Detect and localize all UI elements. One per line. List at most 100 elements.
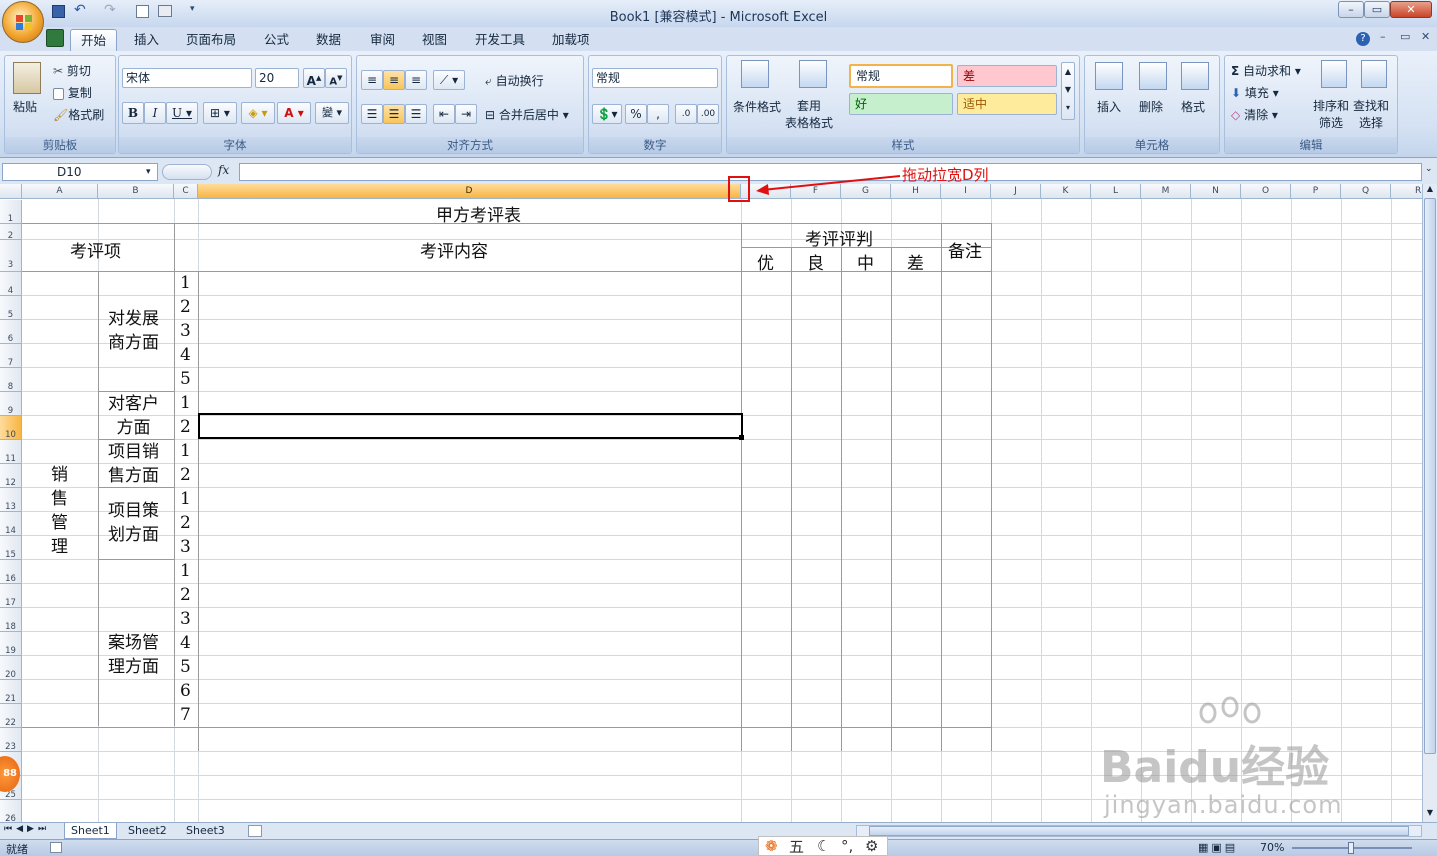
vertical-scroll-thumb[interactable] xyxy=(1424,198,1436,754)
name-box[interactable]: D10 xyxy=(2,163,158,181)
scroll-down-icon[interactable]: ▼ xyxy=(1424,808,1436,820)
zoom-slider[interactable] xyxy=(1292,842,1412,854)
italic-button[interactable]: I xyxy=(144,102,166,124)
tab-formulas[interactable]: 公式 xyxy=(254,29,299,51)
styles-scroll[interactable]: ▲ ▼ ▾ xyxy=(1061,62,1075,120)
row-header-6[interactable]: 6 xyxy=(0,320,22,344)
column-header-c[interactable]: C xyxy=(174,184,198,199)
select-all-corner[interactable] xyxy=(0,184,22,199)
column-header-a[interactable]: A xyxy=(22,184,98,199)
cut-button[interactable]: ✂ 剪切 xyxy=(53,62,91,79)
number-format-select[interactable]: 常规 xyxy=(592,68,718,88)
find-select-button[interactable]: 查找和 选择 xyxy=(1353,98,1389,132)
help-icon[interactable]: ? xyxy=(1356,32,1370,46)
office-button[interactable] xyxy=(2,1,44,43)
zoom-level[interactable]: 70% xyxy=(1260,841,1284,854)
column-header-m[interactable]: M xyxy=(1141,184,1191,199)
format-cells-icon[interactable] xyxy=(1181,62,1209,90)
tab-home[interactable]: 开始 xyxy=(70,29,118,51)
insert-cells-icon[interactable] xyxy=(1095,62,1123,90)
merge-center-button[interactable]: ⊟ 合并后居中 ▾ xyxy=(485,106,569,123)
row-header-3[interactable]: 3 xyxy=(0,240,22,272)
sort-filter-button[interactable]: 排序和 筛选 xyxy=(1313,98,1349,132)
format-cells-button[interactable]: 格式 xyxy=(1181,98,1205,115)
row-header-14[interactable]: 14 xyxy=(0,512,22,536)
insert-cells-button[interactable]: 插入 xyxy=(1097,98,1121,115)
format-painter-button[interactable]: 🖌格式刷 xyxy=(53,106,104,123)
formula-bar-expand-icon[interactable]: ⌄ xyxy=(1425,164,1433,174)
ribbon-restore-icon[interactable]: ▭ xyxy=(1400,30,1410,43)
row-header-13[interactable]: 13 xyxy=(0,488,22,512)
column-header-i[interactable]: I xyxy=(941,184,991,199)
decrease-indent-icon[interactable]: ⇤ xyxy=(433,104,455,124)
scroll-up-icon[interactable]: ▲ xyxy=(1424,184,1436,196)
tab-review[interactable]: 审阅 xyxy=(360,29,405,51)
ime-mode[interactable]: 五 xyxy=(789,836,804,856)
format-as-table-button[interactable]: 套用 表格格式 xyxy=(785,98,833,132)
vertical-scrollbar[interactable]: ▲ ▼ xyxy=(1422,184,1437,822)
column-header-d[interactable]: D xyxy=(198,184,741,199)
print-preview-icon[interactable] xyxy=(136,5,149,18)
fill-handle[interactable] xyxy=(739,435,744,440)
shrink-font-icon[interactable]: A▼ xyxy=(325,68,347,88)
increase-indent-icon[interactable]: ⇥ xyxy=(455,104,477,124)
align-left-icon[interactable]: ☰ xyxy=(361,104,383,124)
sheet-tab-1[interactable]: Sheet1 xyxy=(64,823,117,839)
sheet-tab-3[interactable]: Sheet3 xyxy=(180,823,231,839)
tab-view[interactable]: 视图 xyxy=(412,29,457,51)
row-header-17[interactable]: 17 xyxy=(0,584,22,608)
align-bottom-icon[interactable]: ≡ xyxy=(405,70,427,90)
formula-expand-control[interactable] xyxy=(162,164,212,180)
camera-icon[interactable] xyxy=(158,5,172,17)
row-header-18[interactable]: 18 xyxy=(0,608,22,632)
row-header-9[interactable]: 9 xyxy=(0,392,22,416)
align-top-icon[interactable]: ≡ xyxy=(361,70,383,90)
tab-insert[interactable]: 插入 xyxy=(124,29,169,51)
sort-filter-icon[interactable] xyxy=(1321,60,1347,88)
column-header-n[interactable]: N xyxy=(1191,184,1241,199)
increase-decimal-icon[interactable]: .0 xyxy=(675,104,697,124)
align-center-icon[interactable]: ☰ xyxy=(383,104,405,124)
ribbon-minimize-icon[interactable]: – xyxy=(1380,30,1386,43)
settings-gear-icon[interactable]: ⚙ xyxy=(865,837,878,855)
save-icon[interactable] xyxy=(52,5,65,18)
paste-button[interactable]: 粘贴 xyxy=(13,98,37,115)
currency-icon[interactable]: 💲▾ xyxy=(592,104,622,124)
conditional-format-button[interactable]: 条件格式 xyxy=(733,98,781,115)
row-header-5[interactable]: 5 xyxy=(0,296,22,320)
style-neutral[interactable]: 适中 xyxy=(957,93,1057,115)
conditional-format-icon[interactable] xyxy=(741,60,769,88)
delete-cells-button[interactable]: 删除 xyxy=(1139,98,1163,115)
decrease-decimal-icon[interactable]: .00 xyxy=(697,104,719,124)
row-header-20[interactable]: 20 xyxy=(0,656,22,680)
copy-button[interactable]: 复制 xyxy=(53,84,92,101)
row-header-2[interactable]: 2 xyxy=(0,224,22,241)
column-header-r[interactable]: R xyxy=(1391,184,1422,199)
row-header-7[interactable]: 7 xyxy=(0,344,22,368)
tab-data[interactable]: 数据 xyxy=(306,29,351,51)
redo-icon[interactable]: ↷ xyxy=(104,2,116,18)
wrap-text-button[interactable]: ⤶ 自动换行 xyxy=(485,72,544,89)
view-buttons-icon[interactable]: ▦▣▤ xyxy=(1198,841,1238,854)
customize-qat-icon[interactable]: ▾ xyxy=(190,4,195,14)
underline-button[interactable]: U ▾ xyxy=(166,102,198,124)
fill-button[interactable]: ⬇ 填充 ▾ xyxy=(1231,84,1279,101)
row-header-4[interactable]: 4 xyxy=(0,272,22,296)
style-normal[interactable]: 常规 xyxy=(849,64,953,88)
moon-icon[interactable]: ☾ xyxy=(817,837,830,855)
tab-page-layout[interactable]: 页面布局 xyxy=(176,29,246,51)
macro-record-icon[interactable] xyxy=(50,842,62,853)
column-header-k[interactable]: K xyxy=(1041,184,1091,199)
font-size-select[interactable]: 20 xyxy=(255,68,299,88)
insert-sheet-icon[interactable] xyxy=(248,825,262,837)
row-header-22[interactable]: 22 xyxy=(0,704,22,728)
tab-developer[interactable]: 开发工具 xyxy=(465,29,535,51)
table-format-icon[interactable] xyxy=(799,60,827,88)
column-header-q[interactable]: Q xyxy=(1341,184,1391,199)
column-header-j[interactable]: J xyxy=(991,184,1041,199)
name-box-dropdown-icon[interactable]: ▾ xyxy=(146,167,151,177)
column-header-p[interactable]: P xyxy=(1291,184,1341,199)
orientation-icon[interactable]: ⟋ ▾ xyxy=(433,70,465,90)
punctuation-icon[interactable]: °, xyxy=(841,837,853,855)
paw-icon[interactable]: ❁ xyxy=(765,837,778,855)
